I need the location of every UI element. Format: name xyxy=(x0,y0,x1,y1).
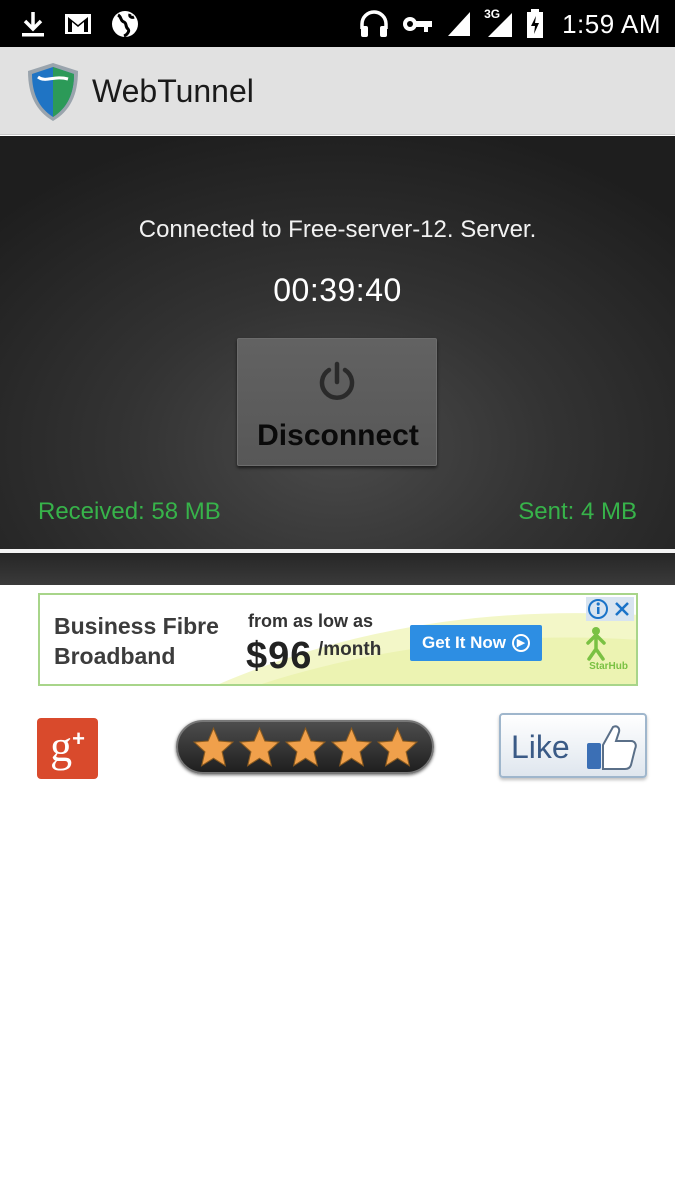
like-button[interactable]: Like xyxy=(499,713,647,778)
star-icon xyxy=(284,726,326,767)
received-data-label: Received: 58 MB xyxy=(38,498,221,525)
connection-timer: 00:39:40 xyxy=(273,272,402,308)
battery-charging-icon xyxy=(526,9,544,39)
clock: 1:59 AM xyxy=(562,8,661,39)
ad-title: Business Fibre Broadband xyxy=(54,613,219,669)
google-plus-button[interactable]: g + xyxy=(37,718,98,779)
headset-icon xyxy=(358,9,390,39)
app-title: WebTunnel xyxy=(92,73,254,109)
rate-app-button[interactable] xyxy=(176,720,434,774)
disconnect-label: Disconnect xyxy=(257,419,419,452)
disconnect-button[interactable]: Disconnect xyxy=(237,338,437,466)
notification-icons xyxy=(20,6,140,42)
signal-icon xyxy=(446,10,472,38)
status-bar: 3G 1:59 AM xyxy=(0,0,675,47)
signal-3g-icon: 3G xyxy=(484,7,514,39)
gmail-icon xyxy=(64,13,92,35)
panel-bottom-strip xyxy=(0,553,675,585)
star-icon xyxy=(376,726,418,767)
globe-icon xyxy=(110,9,140,39)
google-plus-icon: g xyxy=(50,721,73,771)
ad-cta-label: Get It Now xyxy=(421,633,507,652)
shield-logo-icon xyxy=(28,63,78,121)
app-bar: WebTunnel xyxy=(0,47,675,135)
ad-price-suffix: /month xyxy=(318,639,382,660)
power-icon xyxy=(319,361,355,400)
download-icon xyxy=(20,10,46,38)
ad-info-icon[interactable] xyxy=(586,597,610,621)
star-icon xyxy=(238,726,280,767)
ad-brand-name: StarHub xyxy=(589,661,628,672)
vpn-key-icon xyxy=(402,14,434,34)
starhub-logo-icon xyxy=(586,627,606,661)
ad-price: $96 xyxy=(246,635,313,677)
system-icons: 3G 1:59 AM xyxy=(358,6,661,42)
like-label: Like xyxy=(511,729,570,765)
ad-banner[interactable]: Business Fibre Broadband from as low as … xyxy=(38,593,638,686)
google-plus-symbol: + xyxy=(72,725,85,751)
star-icon xyxy=(192,726,234,767)
ad-cta-button[interactable]: Get It Now ▶ xyxy=(410,625,542,661)
connection-status-text: Connected to Free-server-12. Server. xyxy=(138,216,537,243)
network-type-label: 3G xyxy=(484,7,501,21)
ad-close-icon[interactable] xyxy=(610,597,634,621)
thumbs-up-icon xyxy=(587,725,637,770)
sent-data-label: Sent: 4 MB xyxy=(518,498,637,525)
star-icon xyxy=(330,726,372,767)
arrow-right-icon: ▶ xyxy=(512,634,531,652)
connection-panel: Connected to Free-server-12. Server. 00:… xyxy=(0,136,675,549)
ad-price-prefix: from as low as xyxy=(248,611,374,631)
